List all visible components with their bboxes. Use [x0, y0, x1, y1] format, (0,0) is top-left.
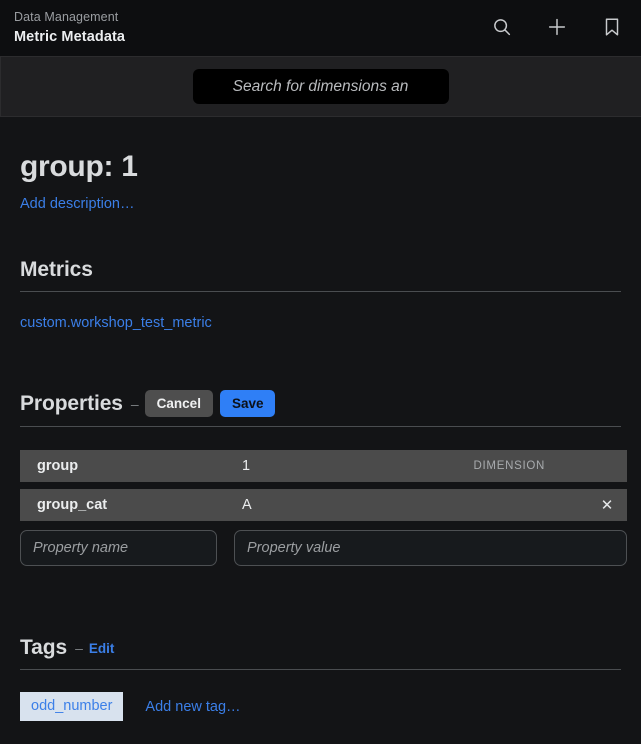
- add-new-tag-link[interactable]: Add new tag…: [145, 699, 240, 715]
- metrics-section: Metrics custom.workshop_test_metric: [20, 258, 621, 332]
- main-content: group: 1 Add description… Metrics custom…: [0, 117, 641, 744]
- properties-section-header: Properties – Cancel Save: [20, 390, 621, 426]
- cancel-button[interactable]: Cancel: [144, 390, 213, 417]
- plus-icon[interactable]: [546, 16, 568, 38]
- tags-list: odd_number Add new tag…: [20, 670, 621, 721]
- search-bar-region: [0, 56, 641, 117]
- property-value-input[interactable]: [234, 530, 627, 566]
- app-header: Data Management Metric Metadata: [0, 0, 641, 56]
- table-row[interactable]: group_cat A ✕: [20, 489, 627, 521]
- header-titles: Data Management Metric Metadata: [14, 6, 125, 46]
- properties-separator: –: [130, 395, 139, 412]
- status-badge: DIMENSION: [473, 460, 545, 472]
- search-input[interactable]: [192, 69, 449, 104]
- table-row[interactable]: group 1 DIMENSION: [20, 450, 627, 482]
- tags-section-header: Tags – Edit: [20, 636, 621, 669]
- tags-separator: –: [75, 640, 83, 656]
- new-property-inputs: [20, 530, 627, 566]
- properties-heading: Properties: [20, 391, 123, 415]
- tags-section: Tags – Edit odd_number Add new tag…: [20, 636, 621, 721]
- close-icon[interactable]: ✕: [599, 498, 615, 513]
- metrics-list: custom.workshop_test_metric: [20, 292, 621, 332]
- add-description-link[interactable]: Add description…: [20, 196, 134, 212]
- tags-heading: Tags: [20, 636, 68, 659]
- bookmark-icon[interactable]: [601, 16, 623, 38]
- property-name: group: [37, 458, 79, 474]
- edit-tags-link[interactable]: Edit: [89, 641, 115, 656]
- property-value: 1: [242, 458, 251, 474]
- save-button[interactable]: Save: [219, 390, 276, 417]
- breadcrumb: Data Management: [14, 10, 119, 24]
- metrics-section-header: Metrics: [20, 258, 621, 291]
- tag-chip[interactable]: odd_number: [20, 692, 124, 721]
- property-value: A: [242, 497, 252, 513]
- page-title: Metric Metadata: [14, 29, 126, 45]
- entity-title: group: 1: [20, 150, 138, 183]
- header-actions: [491, 6, 627, 38]
- metric-link[interactable]: custom.workshop_test_metric: [20, 315, 212, 331]
- property-name: group_cat: [37, 497, 108, 513]
- properties-section: Properties – Cancel Save group 1 DIMENSI…: [20, 390, 627, 566]
- metrics-heading: Metrics: [20, 258, 93, 281]
- property-name-input[interactable]: [20, 530, 217, 566]
- search-icon[interactable]: [491, 16, 513, 38]
- property-rows: group 1 DIMENSION group_cat A ✕: [20, 427, 627, 566]
